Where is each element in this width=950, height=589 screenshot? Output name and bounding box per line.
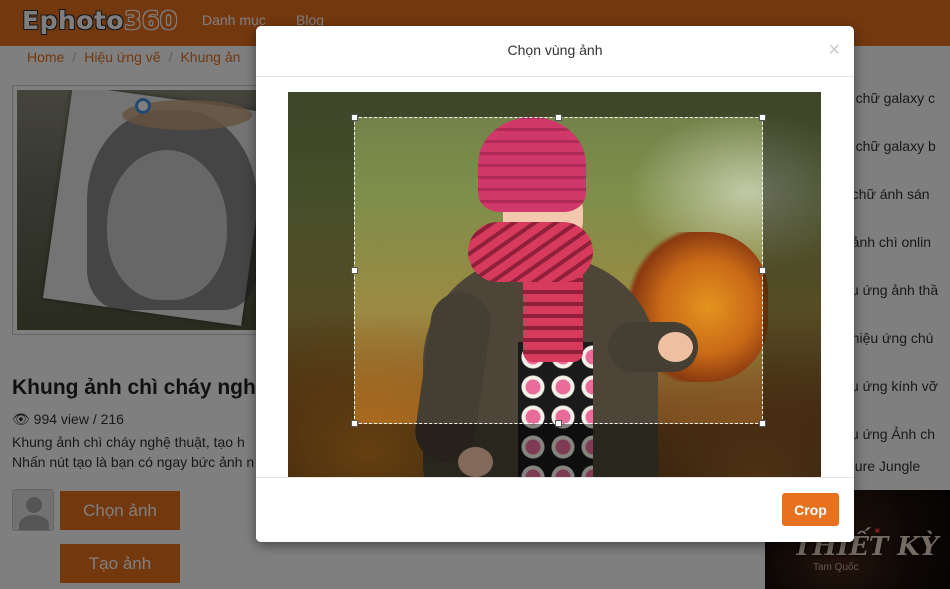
- crop-handle-se[interactable]: [759, 420, 766, 427]
- close-icon[interactable]: ×: [828, 40, 840, 60]
- modal-header: Chọn vùng ảnh ×: [256, 26, 854, 77]
- crop-handle-w[interactable]: [351, 267, 358, 274]
- crop-modal: Chọn vùng ảnh × Crop: [256, 26, 854, 542]
- crop-handle-sw[interactable]: [351, 420, 358, 427]
- crop-image-area[interactable]: [288, 92, 821, 492]
- crop-handle-s[interactable]: [555, 420, 562, 427]
- crop-handle-nw[interactable]: [351, 114, 358, 121]
- crop-handle-e[interactable]: [759, 267, 766, 274]
- crop-button[interactable]: Crop: [782, 493, 839, 526]
- modal-title: Chọn vùng ảnh: [507, 42, 603, 58]
- crop-border[interactable]: [354, 117, 763, 424]
- crop-handle-ne[interactable]: [759, 114, 766, 121]
- modal-footer: [256, 477, 854, 542]
- crop-handle-n[interactable]: [555, 114, 562, 121]
